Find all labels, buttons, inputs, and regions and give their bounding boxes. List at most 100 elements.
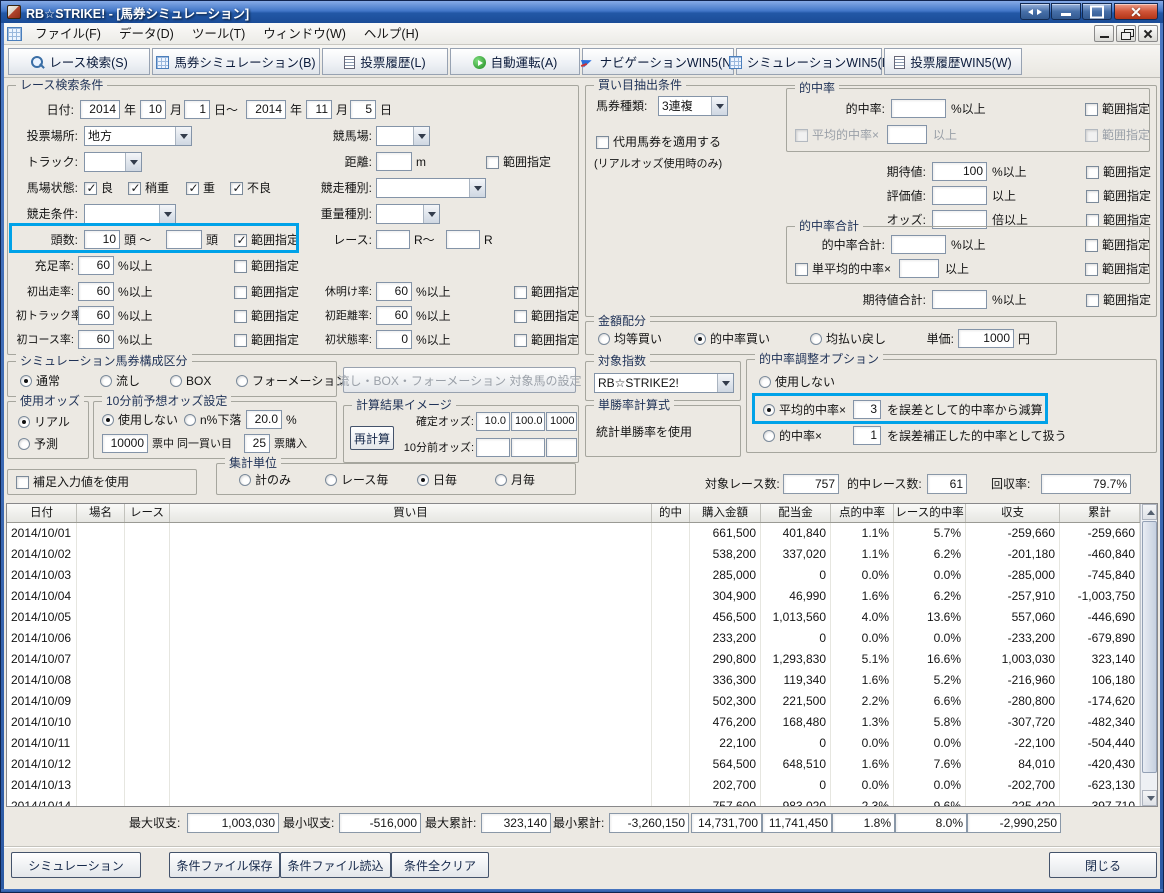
- unit-price-input[interactable]: 1000: [958, 329, 1014, 348]
- hit-rate-sum-input[interactable]: [891, 235, 946, 254]
- table-row[interactable]: 2014/10/11 22,100 0 0.0% 0.0% -22,100 -5…: [7, 733, 1140, 754]
- vertical-scrollbar[interactable]: [1140, 504, 1157, 806]
- header-point-rate[interactable]: 点的中率: [831, 504, 894, 522]
- clear-all-conditions-button[interactable]: 条件全クリア: [391, 852, 489, 878]
- amount-equal-return-radio[interactable]: 均払い戻し: [810, 329, 886, 349]
- heads-range-checkbox[interactable]: 範囲指定: [234, 230, 299, 250]
- aggregate-per-month-radio[interactable]: 月毎: [495, 470, 535, 490]
- race-search-button[interactable]: レース検索(S): [8, 48, 150, 75]
- header-date[interactable]: 日付: [7, 504, 77, 522]
- fill-rate-range-checkbox[interactable]: 範囲指定: [234, 256, 299, 276]
- amount-hit-rate-radio[interactable]: 的中率買い: [694, 329, 770, 349]
- expectation-input[interactable]: 100: [932, 162, 987, 181]
- table-row[interactable]: 2014/10/07 290,800 1,293,830 5.1% 16.6% …: [7, 649, 1140, 670]
- header-race[interactable]: レース: [125, 504, 170, 522]
- forecast-drop-input[interactable]: 20.0: [246, 410, 282, 429]
- table-row[interactable]: 2014/10/03 285,000 0 0.0% 0.0% -285,000 …: [7, 565, 1140, 586]
- navigation-win5-button[interactable]: ナビゲーションWIN5(N): [582, 48, 735, 75]
- save-condition-file-button[interactable]: 条件ファイル保存: [169, 852, 280, 878]
- avg-hit-rate-checkbox[interactable]: 平均的中率×: [795, 125, 879, 145]
- rest-return-input[interactable]: 60: [376, 282, 412, 301]
- first-dist-range-checkbox[interactable]: 範囲指定: [514, 306, 579, 326]
- mdi-restore-button[interactable]: [1116, 25, 1136, 42]
- adjust-avg-input[interactable]: 3: [853, 400, 881, 419]
- load-condition-file-button[interactable]: 条件ファイル読込: [280, 852, 391, 878]
- table-row[interactable]: 2014/10/12 564,500 648,510 1.6% 7.6% 84,…: [7, 754, 1140, 775]
- track-select[interactable]: [84, 152, 142, 172]
- adjust-hit-radio[interactable]: 的中率×: [763, 426, 822, 446]
- first-run-input[interactable]: 60: [78, 282, 114, 301]
- aggregate-total-only-radio[interactable]: 計のみ: [239, 470, 291, 490]
- hit-rate-input[interactable]: [891, 99, 946, 118]
- minimize-button[interactable]: [1051, 3, 1081, 20]
- date-to-month-input[interactable]: 11: [306, 100, 332, 119]
- close-dialog-button[interactable]: 閉じる: [1049, 852, 1157, 878]
- title-bar[interactable]: RB☆STRIKE! - [馬券シミュレーション]: [1, 1, 1163, 23]
- header-bet[interactable]: 買い目: [170, 504, 652, 522]
- adjust-none-radio[interactable]: 使用しない: [759, 372, 835, 392]
- baba-good-checkbox[interactable]: 良: [84, 178, 113, 198]
- table-row[interactable]: 2014/10/10 476,200 168,480 1.3% 5.8% -30…: [7, 712, 1140, 733]
- aggregate-per-day-radio[interactable]: 日毎: [417, 470, 457, 490]
- scrollbar-up-button[interactable]: [1142, 504, 1157, 520]
- mdi-close-button[interactable]: [1138, 25, 1158, 42]
- header-payout[interactable]: 配当金: [761, 504, 831, 522]
- race-cond-select[interactable]: [84, 204, 176, 224]
- simulation-button[interactable]: シミュレーション: [11, 852, 141, 878]
- vote-history-button[interactable]: 投票履歴(L): [322, 48, 448, 75]
- composition-normal-radio[interactable]: 通常: [20, 371, 60, 391]
- race-no-from-input[interactable]: [376, 230, 410, 249]
- rest-return-range-checkbox[interactable]: 範囲指定: [514, 282, 579, 302]
- header-balance[interactable]: 収支: [966, 504, 1060, 522]
- switch-window-button[interactable]: [1020, 3, 1050, 20]
- heads-to-input[interactable]: [166, 230, 202, 249]
- avg-hit-rate-input[interactable]: [887, 125, 927, 144]
- before-odds-input-1[interactable]: [476, 438, 510, 457]
- menu-item-help[interactable]: ヘルプ(H): [355, 23, 428, 45]
- first-course-range-checkbox[interactable]: 範囲指定: [234, 330, 299, 350]
- menu-item-window[interactable]: ウィンドウ(W): [254, 23, 355, 45]
- date-from-day-input[interactable]: 1: [184, 100, 210, 119]
- distance-input[interactable]: [376, 152, 412, 171]
- distance-range-checkbox[interactable]: 範囲指定: [486, 152, 551, 172]
- weight-kind-select[interactable]: [376, 204, 440, 224]
- substitute-ticket-checkbox[interactable]: 代用馬券を適用する: [596, 132, 721, 152]
- scrollbar-down-button[interactable]: [1142, 790, 1157, 806]
- baba-bad-checkbox[interactable]: 不良: [230, 178, 271, 198]
- expectation-range-checkbox[interactable]: 範囲指定: [1086, 162, 1151, 182]
- vote-history-win5-button[interactable]: 投票履歴WIN5(W): [884, 48, 1022, 75]
- forecast-drop-radio[interactable]: n%下落: [184, 410, 241, 430]
- mdi-minimize-button[interactable]: [1094, 25, 1114, 42]
- supplement-input-checkbox[interactable]: 補足入力値を使用: [16, 472, 129, 492]
- table-row[interactable]: 2014/10/01 661,500 401,840 1.1% 5.7% -25…: [7, 523, 1140, 544]
- target-index-select[interactable]: RB☆STRIKE2!: [594, 373, 734, 393]
- forecast-votes-input[interactable]: 10000: [102, 434, 148, 453]
- close-button[interactable]: [1114, 3, 1158, 20]
- before-odds-input-3[interactable]: [546, 438, 577, 457]
- venue-select[interactable]: [376, 126, 430, 146]
- table-row[interactable]: 2014/10/04 304,900 46,990 1.6% 6.2% -257…: [7, 586, 1140, 607]
- table-row[interactable]: 2014/10/06 233,200 0 0.0% 0.0% -233,200 …: [7, 628, 1140, 649]
- first-state-range-checkbox[interactable]: 範囲指定: [514, 330, 579, 350]
- menu-item-tools[interactable]: ツール(T): [183, 23, 254, 45]
- tan-avg-range-checkbox[interactable]: 範囲指定: [1085, 259, 1150, 279]
- place-select[interactable]: 地方: [84, 126, 192, 146]
- hit-rate-range-checkbox[interactable]: 範囲指定: [1085, 99, 1150, 119]
- first-course-input[interactable]: 60: [78, 330, 114, 349]
- header-total[interactable]: 累計: [1060, 504, 1140, 522]
- forecast-none-radio[interactable]: 使用しない: [102, 410, 178, 430]
- date-from-year-input[interactable]: 2014: [80, 100, 120, 119]
- menu-item-data[interactable]: データ(D): [110, 23, 183, 45]
- expectation-sum-input[interactable]: [932, 290, 987, 309]
- table-row[interactable]: 2014/10/05 456,500 1,013,560 4.0% 13.6% …: [7, 607, 1140, 628]
- table-row[interactable]: 2014/10/08 336,300 119,340 1.6% 5.2% -21…: [7, 670, 1140, 691]
- auto-run-button[interactable]: 自動運転(A): [450, 48, 580, 75]
- baba-heavy-checkbox[interactable]: 重: [186, 178, 215, 198]
- odds-real-radio[interactable]: リアル: [18, 412, 70, 432]
- menu-item-file[interactable]: ファイル(F): [26, 23, 110, 45]
- first-state-input[interactable]: 0: [376, 330, 412, 349]
- table-row[interactable]: 2014/10/02 538,200 337,020 1.1% 6.2% -20…: [7, 544, 1140, 565]
- first-track-input[interactable]: 60: [78, 306, 114, 325]
- first-track-range-checkbox[interactable]: 範囲指定: [234, 306, 299, 326]
- table-row[interactable]: 2014/10/09 502,300 221,500 2.2% 6.6% -28…: [7, 691, 1140, 712]
